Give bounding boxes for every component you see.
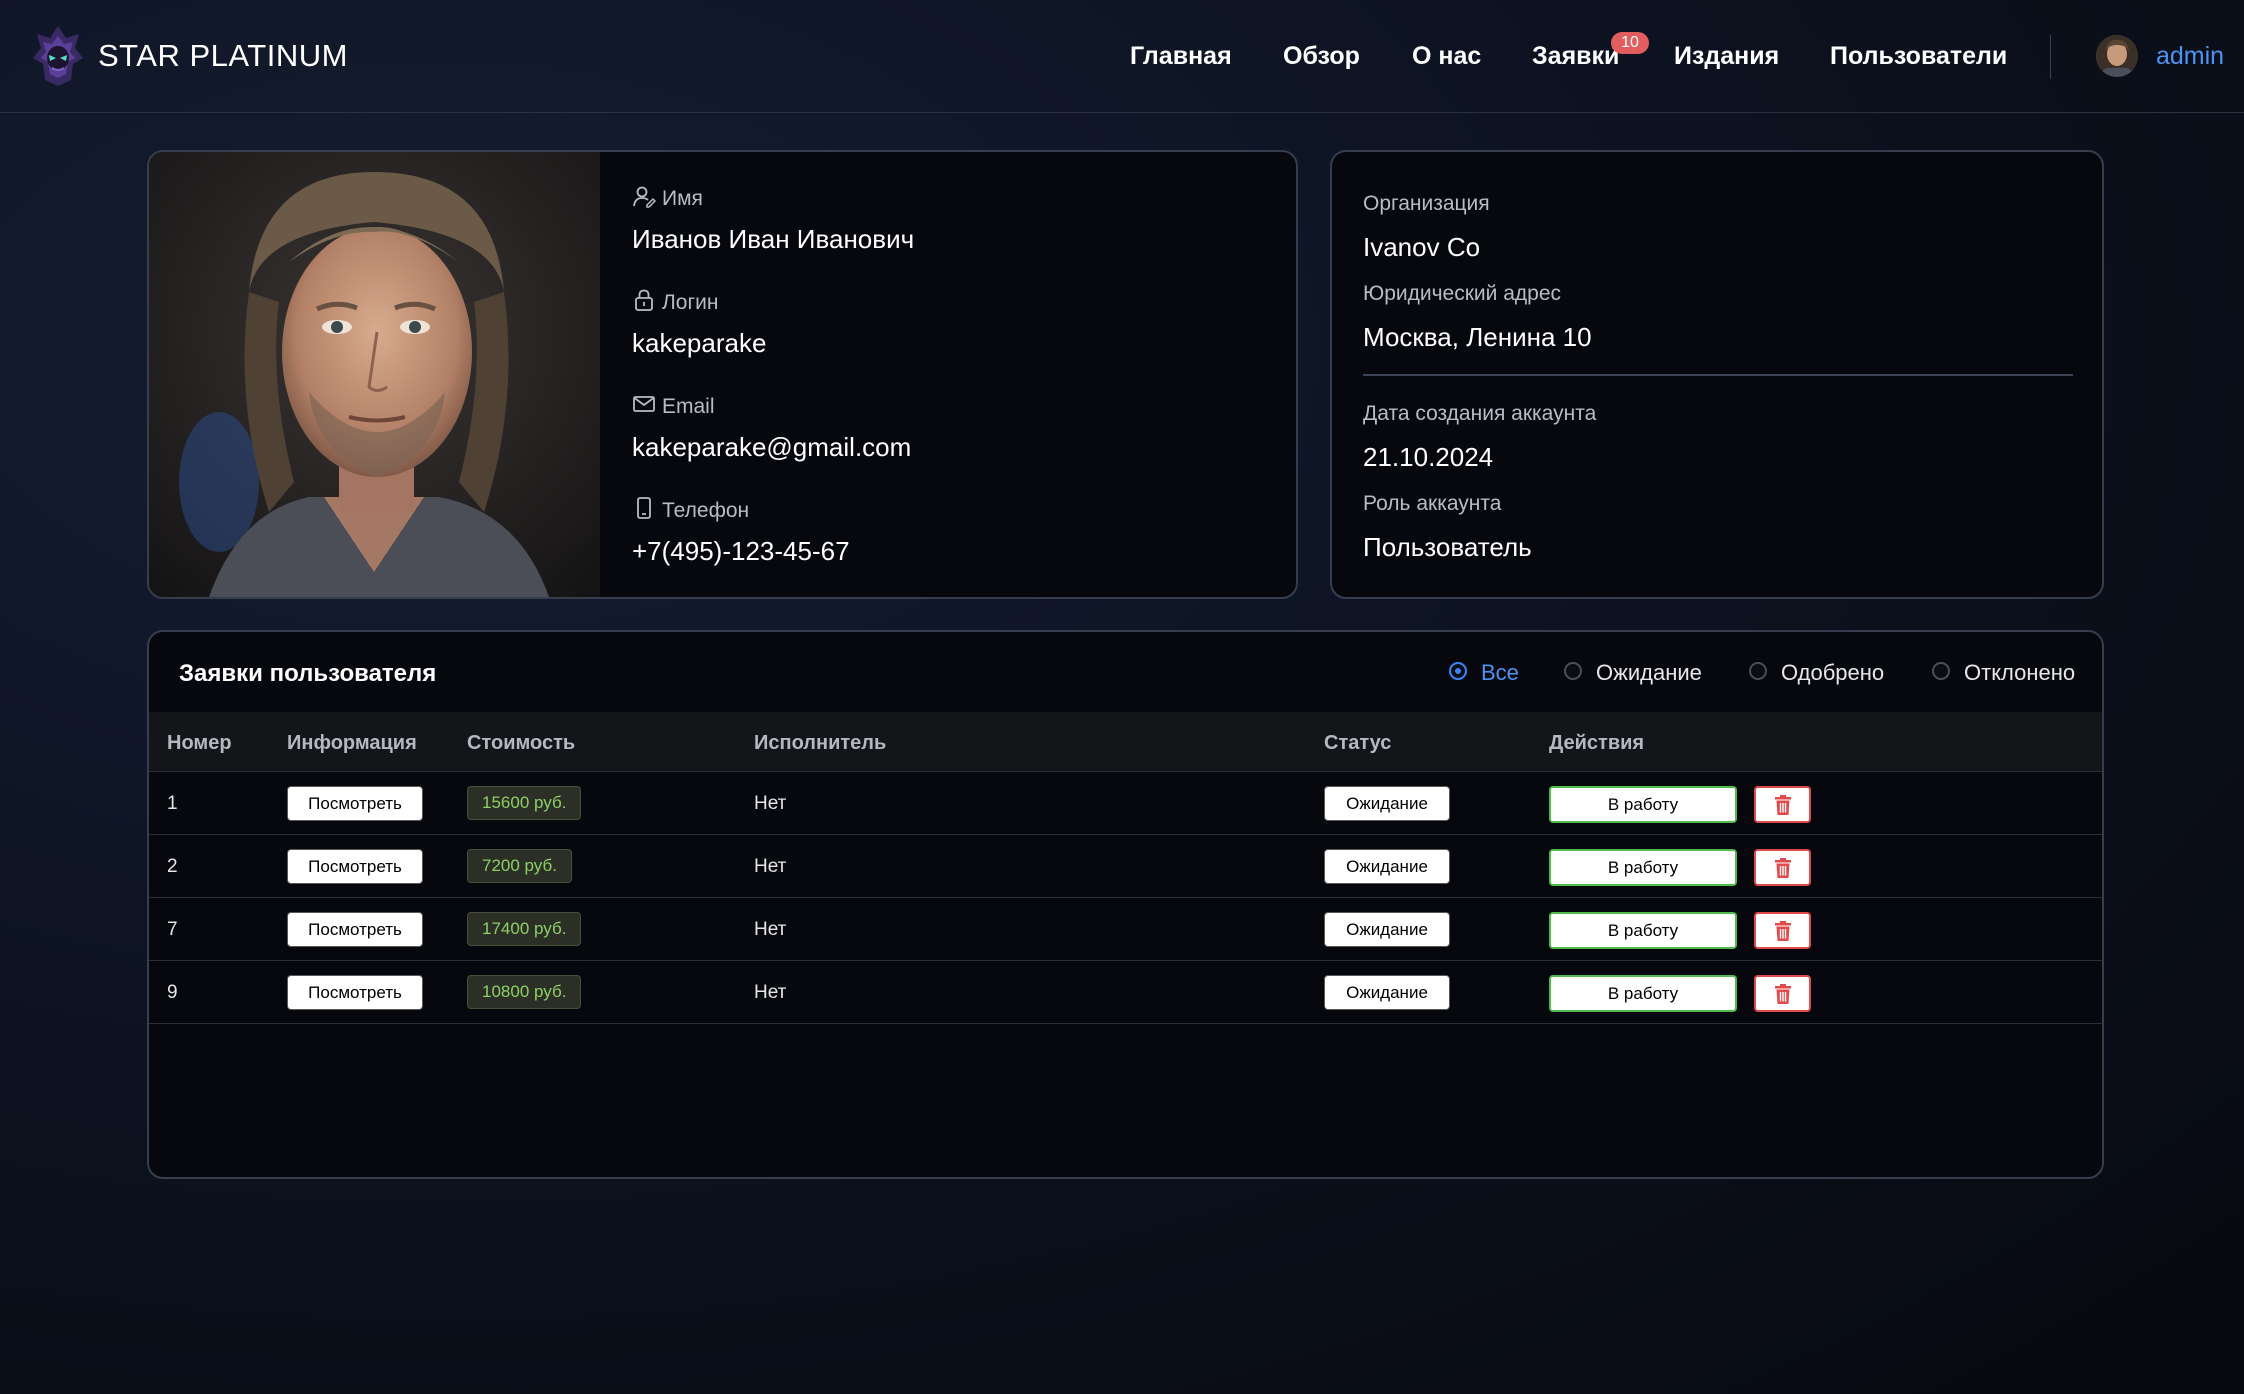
- table-header: Номер Информация Стоимость Исполнитель С…: [149, 712, 2102, 772]
- trash-icon: [1775, 795, 1791, 815]
- executor: Нет: [754, 919, 787, 940]
- col-executor: Исполнитель: [754, 732, 887, 754]
- name-label: Имя: [632, 184, 703, 211]
- login-value: kakeparake: [632, 328, 767, 358]
- col-number: Номер: [167, 732, 232, 754]
- price-badge: 15600 руб.: [467, 786, 582, 820]
- nav-about[interactable]: О нас: [1412, 42, 1481, 71]
- col-actions: Действия: [1549, 732, 1645, 754]
- profile-card: Имя Иванов Иван Иванович Логин kakeparak…: [147, 150, 1298, 599]
- take-to-work-button[interactable]: В работу: [1549, 975, 1737, 1012]
- table-row: 1 Посмотреть 15600 руб. Нет Ожидание В р…: [149, 772, 2102, 835]
- view-button[interactable]: Посмотреть: [287, 912, 423, 947]
- header-divider: [2050, 35, 2051, 79]
- radio[interactable]: [1564, 662, 1582, 680]
- role-value: Пользователь: [1363, 532, 1532, 562]
- requests-count-badge: 10: [1611, 32, 1649, 54]
- trash-icon: [1775, 984, 1791, 1004]
- radio[interactable]: [1932, 662, 1950, 680]
- view-button[interactable]: Посмотреть: [287, 849, 423, 884]
- status-badge: Ожидание: [1324, 912, 1450, 947]
- row-number: 9: [167, 982, 178, 1003]
- phone-label: Телефон: [632, 496, 749, 523]
- col-cost: Стоимость: [467, 732, 576, 754]
- avatar[interactable]: [2096, 35, 2138, 77]
- created-label: Дата создания аккаунта: [1363, 402, 1597, 425]
- table-row: 7 Посмотреть 17400 руб. Нет Ожидание В р…: [149, 898, 2102, 961]
- executor: Нет: [754, 856, 787, 877]
- lock-icon: [635, 289, 653, 311]
- take-to-work-button[interactable]: В работу: [1549, 912, 1737, 949]
- row-number: 1: [167, 793, 178, 814]
- price-badge: 7200 руб.: [467, 849, 572, 883]
- view-button[interactable]: Посмотреть: [287, 786, 423, 821]
- created-value: 21.10.2024: [1363, 442, 1494, 472]
- delete-button[interactable]: [1754, 912, 1811, 949]
- phone-value: +7(495)-123-45-67: [632, 536, 850, 566]
- row-number: 7: [167, 919, 178, 940]
- card-divider: [1363, 374, 2073, 376]
- nav-home[interactable]: Главная: [1130, 42, 1232, 71]
- take-to-work-button[interactable]: В работу: [1549, 849, 1737, 886]
- trash-icon: [1775, 858, 1791, 878]
- status-badge: Ожидание: [1324, 849, 1450, 884]
- trash-icon: [1775, 921, 1791, 941]
- address-value: Москва, Ленина 10: [1363, 322, 1592, 352]
- role-label: Роль аккаунта: [1363, 492, 1502, 515]
- nav-overview[interactable]: Обзор: [1283, 42, 1360, 71]
- delete-button[interactable]: [1754, 849, 1811, 886]
- org-label: Организация: [1363, 192, 1490, 215]
- radio-selected[interactable]: [1449, 662, 1467, 680]
- price-badge: 10800 руб.: [467, 975, 582, 1009]
- brand-name[interactable]: STAR PLATINUM: [98, 38, 348, 74]
- take-to-work-button[interactable]: В работу: [1549, 786, 1737, 823]
- table-row: 9 Посмотреть 10800 руб. Нет Ожидание В р…: [149, 961, 2102, 1024]
- nav-publications[interactable]: Издания: [1674, 42, 1779, 71]
- user-icon: [633, 186, 657, 208]
- price-badge: 17400 руб.: [467, 912, 582, 946]
- top-navbar: STAR PLATINUM Главная Обзор О нас Заявки…: [0, 0, 2244, 113]
- mail-icon: [633, 396, 655, 412]
- logo-icon[interactable]: [31, 24, 85, 88]
- status-badge: Ожидание: [1324, 975, 1450, 1010]
- col-info: Информация: [287, 732, 417, 754]
- login-label: Логин: [632, 288, 718, 315]
- requests-card: Заявки пользователя Все Ожидание Одобрен…: [147, 630, 2104, 1179]
- address-label: Юридический адрес: [1363, 282, 1562, 305]
- profile-photo: [149, 152, 600, 597]
- col-status: Статус: [1324, 732, 1392, 754]
- full-name: Иванов Иван Иванович: [632, 224, 915, 254]
- email-value: kakeparake@gmail.com: [632, 432, 912, 462]
- executor: Нет: [754, 982, 787, 1003]
- nav-requests[interactable]: Заявки: [1532, 42, 1619, 71]
- requests-title: Заявки пользователя: [179, 660, 437, 687]
- row-number: 2: [167, 856, 178, 877]
- delete-button[interactable]: [1754, 975, 1811, 1012]
- radio[interactable]: [1749, 662, 1767, 680]
- executor: Нет: [754, 793, 787, 814]
- delete-button[interactable]: [1754, 786, 1811, 823]
- organization-card: Организация Ivanov Co Юридический адрес …: [1330, 150, 2104, 599]
- nav-users[interactable]: Пользователи: [1830, 42, 2007, 71]
- table-row: 2 Посмотреть 7200 руб. Нет Ожидание В ра…: [149, 835, 2102, 898]
- phone-icon: [637, 497, 651, 519]
- org-value: Ivanov Co: [1363, 232, 1481, 262]
- email-label: Email: [632, 392, 715, 419]
- view-button[interactable]: Посмотреть: [287, 975, 423, 1010]
- status-badge: Ожидание: [1324, 786, 1450, 821]
- current-user-link[interactable]: admin: [2156, 42, 2224, 71]
